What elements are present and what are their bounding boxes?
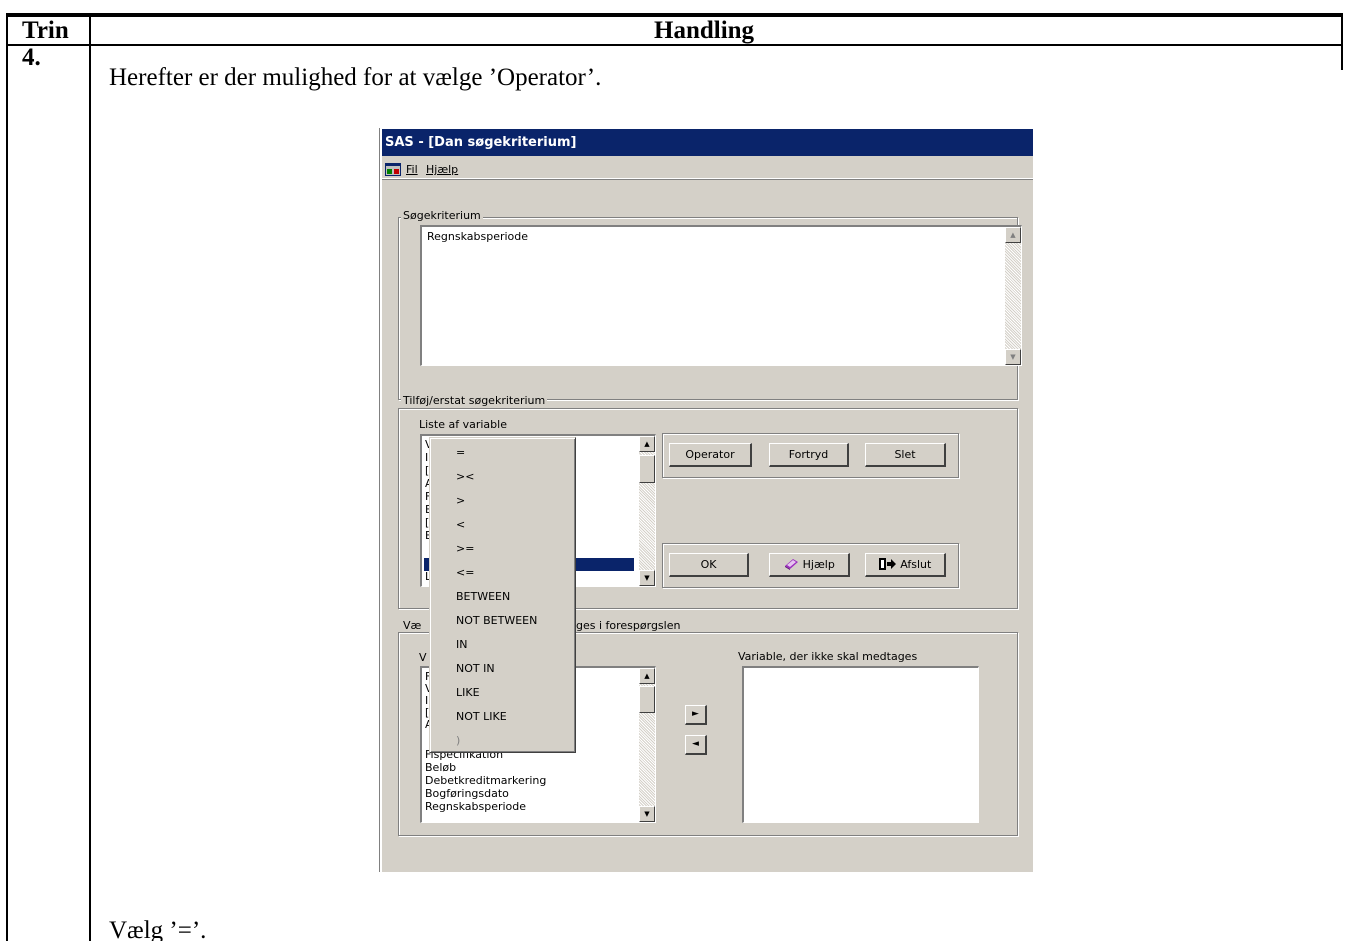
variable-list-scrollbar[interactable]: ▲ ▼ bbox=[639, 436, 655, 586]
criteria-scrollbar[interactable]: ▲ ▼ bbox=[1005, 227, 1021, 365]
delete-button[interactable]: Slet bbox=[865, 443, 946, 467]
list-item[interactable]: Regnskabsperiode bbox=[425, 801, 526, 813]
sas-app-icon[interactable] bbox=[385, 163, 401, 176]
menu-item-close-paren[interactable]: ) bbox=[456, 734, 460, 747]
criteria-text: Regnskabsperiode bbox=[427, 230, 529, 243]
menu-item-not-equals[interactable]: >< bbox=[456, 470, 474, 483]
operator-button[interactable]: Operator bbox=[669, 443, 752, 467]
delete-button-label: Slet bbox=[894, 448, 916, 461]
included-vars-label: V bbox=[419, 651, 427, 664]
header-step: Trin bbox=[22, 17, 69, 44]
ok-button[interactable]: OK bbox=[669, 553, 749, 577]
help-button-label: Hjælp bbox=[802, 558, 835, 571]
help-button[interactable]: Hjælp bbox=[769, 553, 850, 577]
step-number: 4. bbox=[22, 44, 41, 71]
move-left-button[interactable]: ◄ bbox=[685, 735, 707, 755]
menu-item-equals[interactable]: = bbox=[456, 446, 465, 459]
instruction-bottom: Vælg ’=’. bbox=[109, 917, 207, 941]
exit-button-label: Afslut bbox=[900, 558, 932, 571]
scroll-up-button[interactable]: ▲ bbox=[639, 436, 655, 452]
included-vars-scrollbar[interactable]: ▲ ▼ bbox=[639, 668, 655, 822]
menu-item-greater[interactable]: > bbox=[456, 494, 465, 507]
menu-item-greater-equal[interactable]: >= bbox=[456, 542, 474, 555]
window-title: SAS - [Dan søgekriterium] bbox=[382, 129, 1033, 156]
header-action: Handling bbox=[654, 17, 755, 44]
move-right-button[interactable]: ► bbox=[685, 705, 707, 725]
exit-door-icon bbox=[878, 558, 896, 570]
menu-item-not-between[interactable]: NOT BETWEEN bbox=[456, 614, 537, 627]
menu-item-like[interactable]: LIKE bbox=[456, 686, 480, 699]
menu-item-between[interactable]: BETWEEN bbox=[456, 590, 510, 603]
menu-item-less[interactable]: < bbox=[456, 518, 465, 531]
exit-button[interactable]: Afslut bbox=[865, 553, 946, 577]
ok-button-label: OK bbox=[700, 558, 717, 571]
scroll-thumb[interactable] bbox=[639, 455, 655, 483]
add-replace-group-label: Tilføj/erstat søgekriterium bbox=[401, 394, 548, 407]
list-item[interactable]: I bbox=[425, 452, 428, 464]
table-right-border bbox=[1341, 15, 1343, 70]
scroll-thumb[interactable] bbox=[639, 686, 655, 713]
instruction-top: Herefter er der mulighed for at vælge ’O… bbox=[109, 64, 602, 91]
select-vars-group-label-end: ges i forespørgslen bbox=[576, 619, 681, 632]
menu-item-not-like[interactable]: NOT LIKE bbox=[456, 710, 507, 723]
scroll-up-button[interactable]: ▲ bbox=[639, 668, 655, 684]
select-vars-group-label-start: Væ bbox=[401, 619, 424, 632]
scroll-up-button[interactable]: ▲ bbox=[1005, 227, 1021, 243]
table-column-divider bbox=[89, 15, 91, 941]
list-item[interactable]: Debetkreditmarkering bbox=[425, 775, 546, 787]
scroll-down-button[interactable]: ▼ bbox=[639, 806, 655, 822]
criteria-group-label: Søgekriterium bbox=[401, 209, 483, 222]
menu-file[interactable]: Fil bbox=[406, 163, 418, 176]
undo-button[interactable]: Fortryd bbox=[769, 443, 849, 467]
menu-help[interactable]: Hjælp bbox=[426, 163, 458, 176]
undo-button-label: Fortryd bbox=[788, 448, 829, 461]
list-item[interactable]: Beløb bbox=[425, 762, 456, 774]
excluded-vars-list[interactable] bbox=[742, 666, 979, 823]
help-book-icon bbox=[785, 559, 799, 570]
menu-item-in[interactable]: IN bbox=[456, 638, 467, 651]
operator-popup-menu: = >< > < >= <= BETWEEN NOT BETWEEN IN NO… bbox=[429, 437, 576, 753]
menu-item-not-in[interactable]: NOT IN bbox=[456, 662, 495, 675]
variable-list-label: Liste af variable bbox=[419, 418, 507, 431]
criteria-textarea[interactable]: Regnskabsperiode ▲ ▼ bbox=[420, 225, 1022, 366]
menu-item-less-equal[interactable]: <= bbox=[456, 566, 474, 579]
list-item[interactable]: Bogføringsdato bbox=[425, 788, 509, 800]
operator-button-label: Operator bbox=[685, 448, 735, 461]
scroll-down-button[interactable]: ▼ bbox=[639, 570, 655, 586]
scroll-down-button[interactable]: ▼ bbox=[1005, 349, 1021, 365]
sas-window: SAS - [Dan søgekriterium] Fil Hjælp Søge… bbox=[380, 128, 1033, 872]
excluded-vars-label: Variable, der ikke skal medtages bbox=[738, 650, 918, 663]
menu-bar: Fil Hjælp bbox=[382, 157, 1033, 179]
